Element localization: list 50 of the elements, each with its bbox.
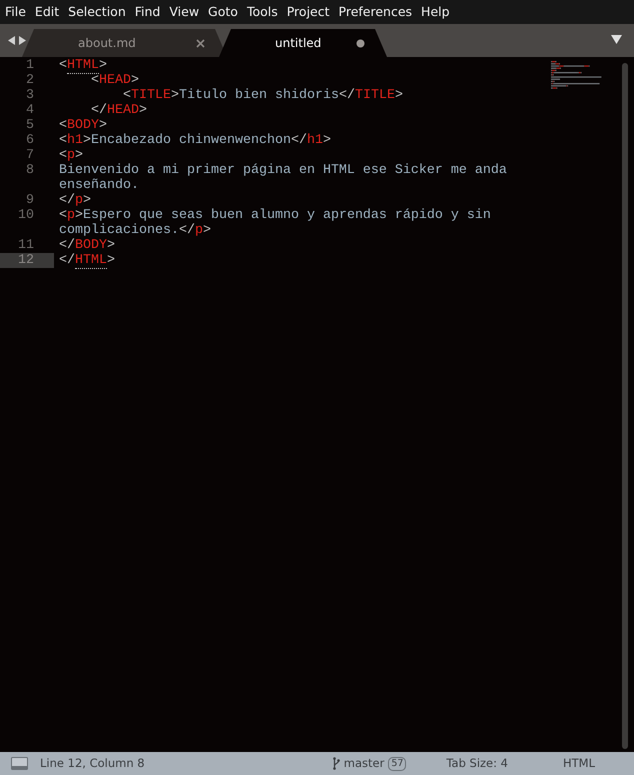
branch-name[interactable]: master bbox=[344, 754, 384, 772]
menu-item[interactable]: View bbox=[169, 0, 200, 24]
code-line: </HTML> bbox=[58, 253, 115, 268]
line-number: 2 bbox=[25, 73, 35, 88]
code-line: <h1>Encabezado chinwenwenchon</h1> bbox=[58, 133, 331, 148]
forward-arrow-icon[interactable] bbox=[19, 36, 26, 45]
code-line: </BODY> bbox=[58, 238, 115, 253]
code-line: complicaciones.</p> bbox=[58, 223, 211, 238]
scrollbar[interactable] bbox=[622, 63, 628, 749]
menu-item[interactable]: Edit bbox=[34, 0, 60, 24]
line-number: 9 bbox=[25, 193, 35, 208]
code-line: <BODY> bbox=[58, 118, 107, 133]
tab[interactable]: untitled bbox=[219, 29, 387, 57]
dropdown-icon[interactable] bbox=[611, 35, 622, 44]
unsaved-dot-icon[interactable] bbox=[356, 38, 365, 48]
panel-icon[interactable] bbox=[11, 757, 28, 770]
line-number: 5 bbox=[25, 118, 35, 133]
line-number: 11 bbox=[17, 238, 35, 253]
line-number: 7 bbox=[25, 148, 35, 163]
line-number: 3 bbox=[25, 88, 35, 103]
code-line: </p> bbox=[58, 193, 91, 208]
line-number: 10 bbox=[17, 208, 35, 223]
menu-item[interactable]: Preferences bbox=[338, 0, 412, 24]
menu-item[interactable]: Help bbox=[421, 0, 450, 24]
change-count: 57 bbox=[388, 756, 406, 770]
menu-item[interactable]: Find bbox=[134, 0, 160, 24]
menu-item[interactable]: File bbox=[5, 0, 26, 24]
line-number: 1 bbox=[25, 58, 35, 73]
line-number: 8 bbox=[25, 163, 35, 178]
code-line: <p> bbox=[58, 148, 83, 163]
back-arrow-icon[interactable] bbox=[8, 36, 15, 45]
cursor-position: Line 12, Column 8 bbox=[39, 754, 145, 772]
close-icon[interactable] bbox=[196, 38, 205, 48]
tab-size[interactable]: Tab Size: 4 bbox=[446, 754, 508, 772]
code-line: </HEAD> bbox=[90, 103, 147, 118]
line-number: 4 bbox=[25, 103, 35, 118]
menu-item[interactable]: Project bbox=[286, 0, 330, 24]
branch-icon bbox=[332, 757, 340, 770]
code-line: Bienvenido a mi primer página en HTML ese Sicker me anda bbox=[58, 163, 507, 178]
code-line: <p>Espero que seas buen alumno y aprendas rápido y sin bbox=[58, 208, 491, 223]
menu-item[interactable]: Goto bbox=[208, 0, 238, 24]
line-number: 12 bbox=[0, 253, 54, 268]
syntax-label[interactable]: HTML bbox=[562, 754, 595, 772]
line-number: 6 bbox=[25, 133, 35, 148]
code-line: <HEAD> bbox=[90, 73, 139, 88]
code-line: enseñando. bbox=[58, 178, 139, 193]
menu-item[interactable]: Selection bbox=[68, 0, 126, 24]
code-line: <TITLE>Titulo bien shidoris</TITLE> bbox=[122, 88, 403, 103]
menu-item[interactable]: Tools bbox=[246, 0, 278, 24]
code-line: <HTML> bbox=[58, 58, 107, 73]
